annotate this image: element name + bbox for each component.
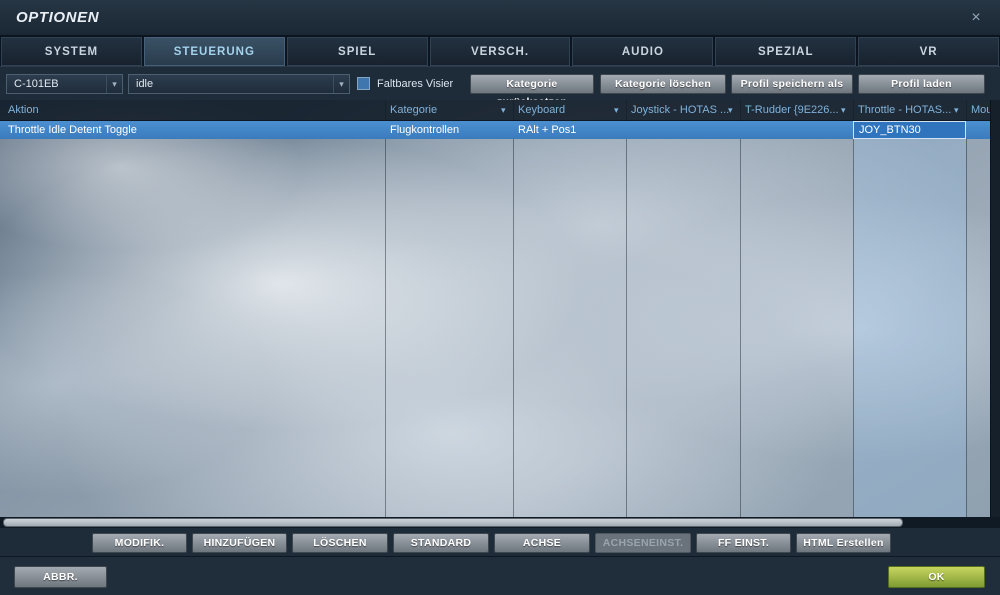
column-header-kategorie[interactable]: Kategorie <box>390 100 437 121</box>
column-header-t-rudder[interactable]: T-Rudder {9E226... <box>745 100 839 121</box>
ff-settings-button[interactable]: FF EINST. <box>696 533 791 553</box>
sort-caret-icon[interactable]: ▾ <box>614 100 619 121</box>
foldable-visor-checkbox[interactable] <box>357 77 370 90</box>
sort-caret-icon[interactable]: ▾ <box>728 100 733 121</box>
column-separator <box>966 100 967 517</box>
clear-category-button[interactable]: Kategorie löschen <box>600 74 726 94</box>
aircraft-select-value: C-101EB <box>14 78 59 90</box>
tab-bar: SYSTEM STEUERUNG SPIEL VERSCH. AUDIO SPE… <box>0 36 1000 66</box>
reset-category-button[interactable]: Kategorie zurücksetzen <box>470 74 594 108</box>
column-separator <box>513 100 514 517</box>
cell-throttle-value: JOY_BTN30 <box>859 124 921 136</box>
sort-caret-icon[interactable]: ▾ <box>954 100 959 121</box>
default-button[interactable]: STANDARD <box>393 533 489 553</box>
cell-keyboard[interactable]: RAlt + Pos1 <box>518 121 576 139</box>
filter-select[interactable]: idle ▾ <box>128 74 350 94</box>
options-dialog: OPTIONEN × SYSTEM STEUERUNG SPIEL VERSCH… <box>0 0 1000 595</box>
tab-system[interactable]: SYSTEM <box>1 37 142 66</box>
vertical-scrollbar[interactable] <box>990 100 1000 517</box>
table-header: Aktion Kategorie Keyboard Joystick - HOT… <box>0 100 1000 121</box>
page-title: OPTIONEN <box>16 9 100 26</box>
tab-spiel[interactable]: SPIEL <box>286 37 428 66</box>
cell-throttle-selected[interactable]: JOY_BTN30 <box>853 121 966 139</box>
cancel-button[interactable]: ABBR. <box>14 566 107 588</box>
title-bar: OPTIONEN × <box>0 0 1000 36</box>
sky-background <box>0 100 1000 517</box>
sort-caret-icon[interactable]: ▾ <box>841 100 846 121</box>
tab-vr[interactable]: VR <box>858 37 1000 66</box>
chevron-down-icon[interactable]: ▾ <box>333 75 349 93</box>
bindings-table: Aktion Kategorie Keyboard Joystick - HOT… <box>0 100 1000 517</box>
column-separator <box>740 100 741 517</box>
column-header-throttle[interactable]: Throttle - HOTAS... <box>858 100 951 121</box>
action-bar: MODIFIK. HINZUFÜGEN LÖSCHEN STANDARD ACH… <box>0 528 1000 556</box>
cell-kategorie[interactable]: Flugkontrollen <box>390 121 459 139</box>
tab-steuerung[interactable]: STEUERUNG <box>143 37 285 66</box>
tab-versch[interactable]: VERSCH. <box>429 37 571 66</box>
tab-audio[interactable]: AUDIO <box>572 37 714 66</box>
foldable-visor-label: Faltbares Visier <box>377 78 454 90</box>
save-profile-as-button[interactable]: Profil speichern als <box>731 74 853 94</box>
column-separator <box>853 100 854 517</box>
horizontal-scrollbar[interactable] <box>0 517 1000 528</box>
ok-button[interactable]: OK <box>888 566 985 588</box>
modifiers-button[interactable]: MODIFIK. <box>92 533 187 553</box>
close-icon[interactable]: × <box>966 8 986 28</box>
delete-button[interactable]: LÖSCHEN <box>292 533 388 553</box>
add-button[interactable]: HINZUFÜGEN <box>192 533 287 553</box>
tab-spezial[interactable]: SPEZIAL <box>715 37 857 66</box>
make-html-button[interactable]: HTML Erstellen <box>796 533 891 553</box>
load-profile-button[interactable]: Profil laden <box>858 74 985 94</box>
sort-caret-icon[interactable]: ▾ <box>501 100 506 121</box>
table-row[interactable]: Throttle Idle Detent Toggle Flugkontroll… <box>0 121 990 139</box>
column-separator <box>626 100 627 517</box>
axis-button[interactable]: ACHSE <box>494 533 590 553</box>
cell-aktion[interactable]: Throttle Idle Detent Toggle <box>8 121 137 139</box>
column-header-joystick[interactable]: Joystick - HOTAS ... <box>631 100 729 121</box>
axis-settings-button: ACHSENEINST. <box>595 533 691 553</box>
footer: ABBR. OK <box>0 556 1000 595</box>
selected-column-highlight <box>853 121 966 517</box>
aircraft-select[interactable]: C-101EB ▾ <box>6 74 123 94</box>
column-separator <box>385 100 386 517</box>
filter-select-value: idle <box>136 78 154 90</box>
toolbar: C-101EB ▾ idle ▾ Faltbares Visier Katego… <box>0 66 1000 108</box>
horizontal-scrollbar-thumb[interactable] <box>3 518 903 527</box>
chevron-down-icon[interactable]: ▾ <box>106 75 122 93</box>
column-header-keyboard[interactable]: Keyboard <box>518 100 565 121</box>
column-header-aktion[interactable]: Aktion <box>8 100 39 121</box>
